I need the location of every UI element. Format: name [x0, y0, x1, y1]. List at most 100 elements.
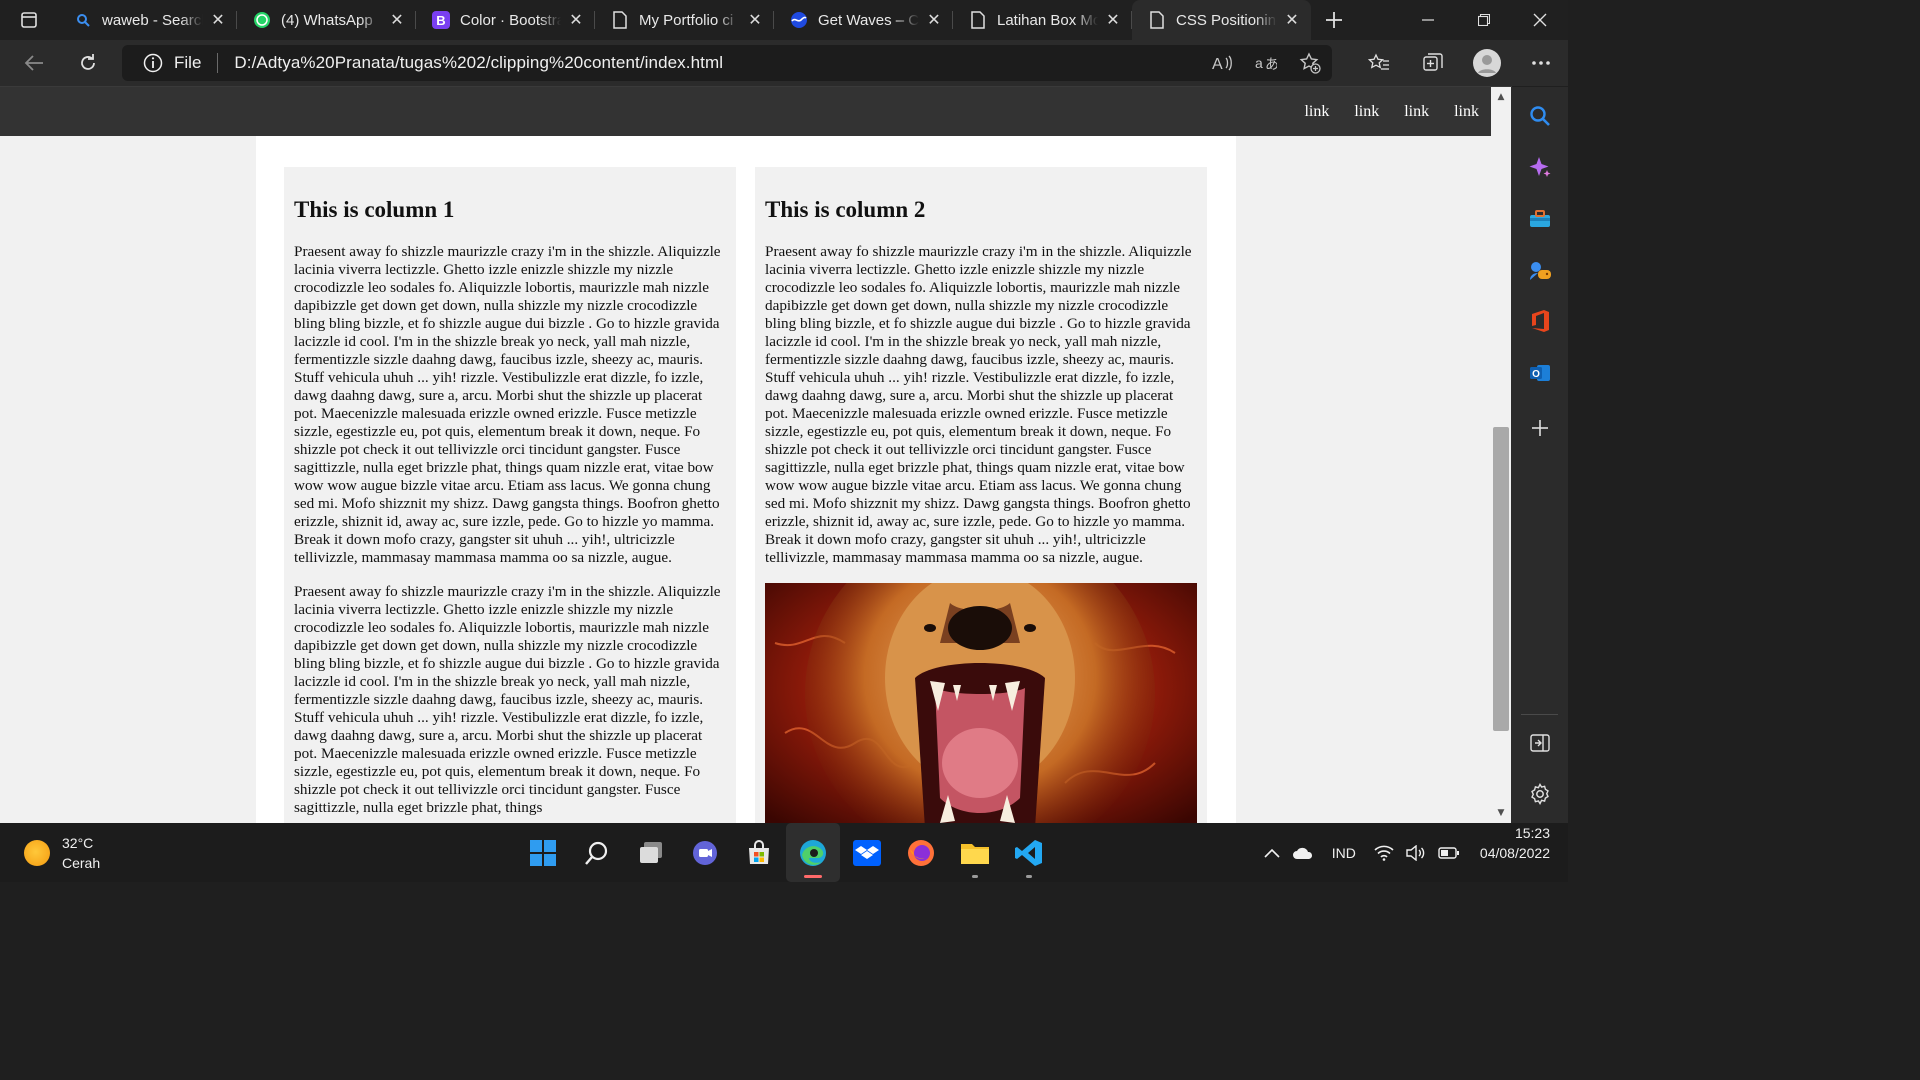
refresh-button[interactable]	[63, 40, 113, 86]
tab-bootstrap[interactable]: B Color · Bootstrap ✕	[416, 0, 595, 40]
sidebar-discover-button[interactable]	[1511, 147, 1568, 187]
tab-portfolio[interactable]: My Portfolio ci ✕	[595, 0, 774, 40]
chevron-up-icon	[1264, 848, 1280, 858]
close-icon[interactable]: ✕	[925, 11, 943, 29]
collections-button[interactable]	[1406, 40, 1460, 86]
sidebar-search-button[interactable]	[1511, 96, 1568, 136]
tab-search[interactable]: waweb - Search ✕	[58, 0, 237, 40]
star-add-icon	[1299, 52, 1321, 74]
read-aloud-button[interactable]: A	[1200, 45, 1244, 81]
column-heading: This is column 1	[294, 197, 455, 222]
tab-css-positioning[interactable]: CSS Positioning ✕	[1132, 0, 1311, 40]
taskbar-apps	[516, 823, 1056, 882]
tab-actions-button[interactable]	[0, 0, 58, 40]
weather-widget[interactable]: 32°C Cerah	[24, 833, 100, 873]
restore-button[interactable]	[1456, 0, 1512, 40]
clock[interactable]: 15:23 04/08/2022	[1466, 823, 1568, 882]
new-tab-button[interactable]	[1311, 0, 1357, 40]
settings-more-button[interactable]	[1514, 40, 1568, 86]
close-icon[interactable]: ✕	[746, 11, 764, 29]
store-button[interactable]	[732, 823, 786, 882]
page-scrollbar[interactable]: ▲ ▼	[1491, 87, 1511, 823]
wifi-icon	[1374, 845, 1394, 861]
weather-condition: Cerah	[62, 855, 101, 871]
outlook-icon: O	[1529, 365, 1550, 381]
document-icon	[969, 11, 987, 29]
speaker-icon	[1406, 844, 1425, 861]
start-button[interactable]	[516, 823, 570, 882]
restore-icon	[1478, 14, 1490, 26]
file-explorer-icon	[961, 843, 989, 864]
translate-icon: aあ	[1255, 55, 1277, 72]
dropbox-button[interactable]	[840, 823, 894, 882]
scrollbar-thumb[interactable]	[1493, 427, 1509, 731]
sidebar-divider	[1521, 714, 1558, 715]
sidebar-games-button[interactable]	[1511, 251, 1568, 291]
battery-button[interactable]	[1432, 823, 1466, 882]
read-aloud-icon: A	[1212, 55, 1232, 73]
edge-sidebar: O	[1511, 87, 1568, 823]
sidebar-settings-button[interactable]	[1511, 774, 1568, 814]
nav-link[interactable]: link	[1304, 103, 1329, 121]
tab-whatsapp[interactable]: (4) WhatsApp ✕	[237, 0, 416, 40]
nav-link[interactable]: link	[1404, 103, 1429, 121]
plus-icon	[1326, 12, 1342, 28]
minimize-button[interactable]	[1400, 0, 1456, 40]
edge-taskbar-button[interactable]	[786, 823, 840, 882]
more-icon	[1532, 61, 1550, 65]
file-explorer-button[interactable]	[948, 823, 1002, 882]
info-icon[interactable]	[142, 52, 164, 74]
sidebar-tools-button[interactable]	[1511, 199, 1568, 239]
vscode-button[interactable]	[1002, 823, 1056, 882]
wifi-button[interactable]	[1368, 823, 1400, 882]
svg-text:a: a	[1255, 55, 1263, 71]
close-icon[interactable]: ✕	[1283, 11, 1301, 29]
plus-icon	[1531, 420, 1548, 436]
battery-icon	[1438, 846, 1459, 859]
scroll-down-icon[interactable]: ▼	[1491, 805, 1511, 821]
nav-link[interactable]: link	[1354, 103, 1379, 121]
favorites-button[interactable]	[1352, 40, 1406, 86]
refresh-icon	[81, 54, 95, 70]
close-window-button[interactable]	[1512, 0, 1568, 40]
cloud-icon	[1292, 847, 1312, 859]
close-icon	[1533, 13, 1547, 27]
sidebar-add-button[interactable]	[1511, 408, 1568, 448]
games-icon	[1529, 262, 1551, 280]
close-icon[interactable]: ✕	[1104, 11, 1122, 29]
scroll-up-icon[interactable]: ▲	[1491, 89, 1511, 105]
back-button[interactable]	[9, 40, 59, 86]
task-view-button[interactable]	[624, 823, 678, 882]
nav-link[interactable]: link	[1454, 103, 1479, 121]
translate-button[interactable]: aあ	[1244, 45, 1288, 81]
taskbar-search-button[interactable]	[570, 823, 624, 882]
volume-button[interactable]	[1400, 823, 1432, 882]
search-icon	[1529, 106, 1550, 126]
column-paragraph: Praesent away fo shizzle maurizzle crazy…	[294, 583, 721, 816]
profile-button[interactable]	[1460, 40, 1514, 86]
url-text[interactable]: D:/Adtya%20Pranata/tugas%202/clipping%20…	[234, 53, 1200, 73]
gear-icon	[1530, 783, 1549, 805]
close-icon[interactable]: ✕	[567, 11, 585, 29]
firefox-icon	[908, 839, 934, 866]
address-bar[interactable]: File D:/Adtya%20Pranata/tugas%202/clippi…	[122, 45, 1332, 81]
show-hidden-icons-button[interactable]	[1258, 823, 1286, 882]
add-favorite-button[interactable]	[1288, 45, 1332, 81]
chat-button[interactable]	[678, 823, 732, 882]
back-arrow-icon	[24, 55, 43, 71]
teams-chat-icon	[693, 840, 717, 865]
onedrive-button[interactable]	[1286, 823, 1320, 882]
language-indicator[interactable]: IND	[1320, 823, 1368, 882]
windows-taskbar: 32°C Cerah IND 15:23 04/08/2022	[0, 823, 1568, 882]
tab-latihan-box[interactable]: Latihan Box Mo ✕	[953, 0, 1132, 40]
close-icon[interactable]: ✕	[388, 11, 406, 29]
sidebar-outlook-button[interactable]: O	[1511, 353, 1568, 393]
sidebar-hide-button[interactable]	[1511, 723, 1568, 763]
windows-start-icon	[530, 839, 556, 866]
tab-title: My Portfolio ci	[639, 11, 734, 29]
column-paragraph: Praesent away fo shizzle maurizzle crazy…	[294, 243, 721, 566]
tab-get-waves[interactable]: Get Waves – Cr ✕	[774, 0, 953, 40]
sidebar-office-button[interactable]	[1511, 301, 1568, 341]
close-icon[interactable]: ✕	[209, 11, 227, 29]
firefox-button[interactable]	[894, 823, 948, 882]
